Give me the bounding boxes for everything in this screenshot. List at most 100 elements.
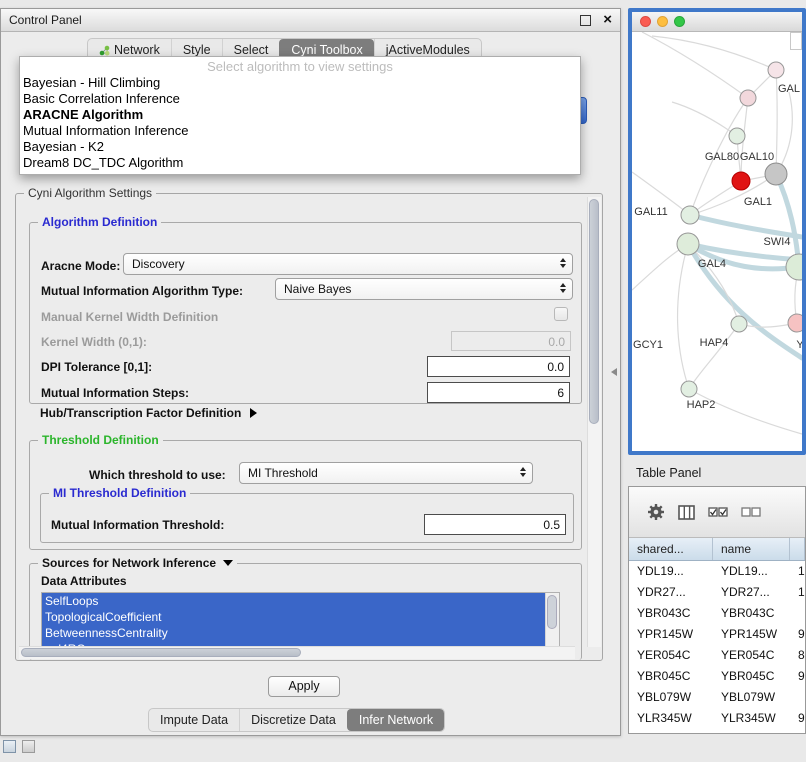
data-attribute-item[interactable]: SelfLoops <box>42 593 546 609</box>
scrollbar-thumb[interactable] <box>547 595 557 629</box>
table-row[interactable]: YPR145WYPR145W9. <box>629 624 805 645</box>
hub-definition-expander[interactable]: Hub/Transcription Factor Definition <box>40 406 257 420</box>
settings-group-title: Cyni Algorithm Settings <box>24 186 156 200</box>
dpi-tolerance-field[interactable]: 0.0 <box>427 356 570 377</box>
network-graph[interactable]: GALGAL80GAL10GAL11GAL1SWI4GAL4GCY1HAP4YH… <box>632 32 802 455</box>
collapse-down-icon <box>223 560 233 566</box>
minimize-traffic-light-icon[interactable] <box>657 16 668 27</box>
table-row[interactable]: YIL052CYIL052C <box>629 729 805 734</box>
aracne-mode-select[interactable]: Discovery <box>123 253 573 275</box>
scrollbar-thumb[interactable] <box>21 648 301 657</box>
tab-label: Impute Data <box>160 713 228 727</box>
table-cell: 9. <box>790 624 805 645</box>
table-row[interactable]: YDR27...YDR27...12 <box>629 582 805 603</box>
column-header[interactable]: shared... <box>629 538 713 560</box>
table-body: YDL19...YDL19...13YDR27...YDR27...12YBR0… <box>629 561 805 734</box>
mi-threshold-group: MI Threshold Definition Mutual Informati… <box>40 493 574 543</box>
columns-icon[interactable] <box>678 505 695 520</box>
threshold-definition-group: Threshold Definition Which threshold to … <box>29 440 582 550</box>
settings-vertical-scrollbar[interactable] <box>587 197 601 647</box>
algorithm-option[interactable]: Bayesian - K2 <box>20 139 580 155</box>
deselect-all-checkboxes-icon[interactable] <box>741 507 761 517</box>
column-header[interactable] <box>790 538 805 560</box>
gear-icon[interactable] <box>647 503 665 521</box>
aracne-mode-value: Discovery <box>132 257 185 271</box>
apply-button[interactable]: Apply <box>268 676 340 697</box>
table-cell: YLR345W <box>629 708 713 729</box>
data-attribute-item[interactable]: BetweennessCentrality <box>42 625 546 641</box>
table-row[interactable]: YBR043CYBR043C <box>629 603 805 624</box>
dpi-tolerance-label: DPI Tolerance [0,1]: <box>41 360 152 374</box>
window-title: Control Panel <box>9 13 82 27</box>
mi-threshold-field[interactable]: 0.5 <box>424 514 566 535</box>
network-node[interactable] <box>681 206 699 224</box>
table-row[interactable]: YDL19...YDL19...13 <box>629 561 805 582</box>
algorithm-option[interactable]: Dream8 DC_TDC Algorithm <box>20 155 580 171</box>
table-cell: 8. <box>790 645 805 666</box>
threshold-definition-title: Threshold Definition <box>38 433 163 447</box>
algorithm-option[interactable]: Mutual Information Inference <box>20 123 580 139</box>
network-node[interactable] <box>740 90 756 106</box>
table-cell: YLR345W <box>713 708 790 729</box>
network-node[interactable] <box>729 128 745 144</box>
table-row[interactable]: YBR045CYBR045C9. <box>629 666 805 687</box>
network-node[interactable] <box>768 62 784 78</box>
control-panel-titlebar[interactable]: Control Panel × <box>1 9 620 32</box>
tab-discretize-data[interactable]: Discretize Data <box>239 709 347 731</box>
table-row[interactable]: YBL079WYBL079W <box>629 687 805 708</box>
network-window-titlebar[interactable] <box>632 12 802 32</box>
tab-label: Network <box>114 43 160 57</box>
tab-impute-data[interactable]: Impute Data <box>149 709 239 731</box>
algorithm-option[interactable]: ARACNE Algorithm <box>20 107 580 123</box>
splitter-collapse-icon[interactable] <box>611 368 617 376</box>
zoom-traffic-light-icon[interactable] <box>674 16 685 27</box>
mi-algorithm-value: Naive Bayes <box>284 282 351 296</box>
network-node[interactable] <box>765 163 787 185</box>
network-node-label: GAL10 <box>740 151 774 163</box>
bottom-tab-bar: Impute Data Discretize DataInfer Network <box>148 708 445 732</box>
select-all-checkboxes-icon[interactable] <box>708 507 728 517</box>
scrollbar-corner <box>790 32 802 50</box>
mi-algorithm-select[interactable]: Naive Bayes <box>275 278 573 300</box>
tab-infer-network[interactable]: Infer Network <box>347 709 444 731</box>
data-attribute-item[interactable]: TopologicalCoefficient <box>42 609 546 625</box>
manual-kernel-checkbox[interactable] <box>554 307 568 321</box>
network-node-label: SWI4 <box>764 236 791 248</box>
column-header[interactable]: name <box>713 538 790 560</box>
float-window-icon[interactable] <box>580 15 591 26</box>
network-node-label: GAL1 <box>744 196 772 208</box>
close-traffic-light-icon[interactable] <box>640 16 651 27</box>
network-node-label: HAP4 <box>700 337 729 349</box>
algorithm-definition-title: Algorithm Definition <box>38 215 161 229</box>
mi-steps-field[interactable]: 6 <box>427 382 570 403</box>
network-node[interactable] <box>732 172 750 190</box>
minimized-panel-icons <box>3 740 35 753</box>
table-row[interactable]: YER054CYER054C8. <box>629 645 805 666</box>
algorithm-option[interactable]: Bayesian - Hill Climbing <box>20 75 580 91</box>
desktop: Control Panel × NetworkStyleSelectCyni T… <box>0 0 806 762</box>
network-node[interactable] <box>731 316 747 332</box>
table-cell: YBR043C <box>713 603 790 624</box>
mi-threshold-group-title: MI Threshold Definition <box>49 486 190 500</box>
algorithm-definition-group: Algorithm Definition Aracne Mode: Discov… <box>29 222 582 404</box>
minimized-window-icon[interactable] <box>3 740 16 753</box>
network-node[interactable] <box>788 314 802 332</box>
network-canvas[interactable]: GALGAL80GAL10GAL11GAL1SWI4GAL4GCY1HAP4YH… <box>632 32 802 451</box>
minimized-window-icon[interactable] <box>22 740 35 753</box>
scrollbar-thumb[interactable] <box>589 199 599 424</box>
close-window-icon[interactable]: × <box>603 14 612 26</box>
algorithm-option[interactable]: Basic Correlation Inference <box>20 91 580 107</box>
network-node-label: GAL4 <box>698 258 726 270</box>
table-cell: YBL079W <box>629 687 713 708</box>
sources-title: Sources for Network Inference <box>42 556 216 570</box>
settings-horizontal-scrollbar[interactable] <box>19 646 575 659</box>
which-threshold-select[interactable]: MI Threshold <box>239 462 533 484</box>
sources-expander[interactable]: Sources for Network Inference <box>38 556 237 570</box>
table-row[interactable]: YLR345WYLR345W9. <box>629 708 805 729</box>
combo-arrows-icon <box>560 283 566 293</box>
data-attributes-label: Data Attributes <box>41 574 127 588</box>
network-node[interactable] <box>677 233 699 255</box>
mi-steps-label: Mutual Information Steps: <box>41 386 189 400</box>
algorithm-option-list: Bayesian - Hill ClimbingBasic Correlatio… <box>20 75 580 171</box>
network-node[interactable] <box>681 381 697 397</box>
